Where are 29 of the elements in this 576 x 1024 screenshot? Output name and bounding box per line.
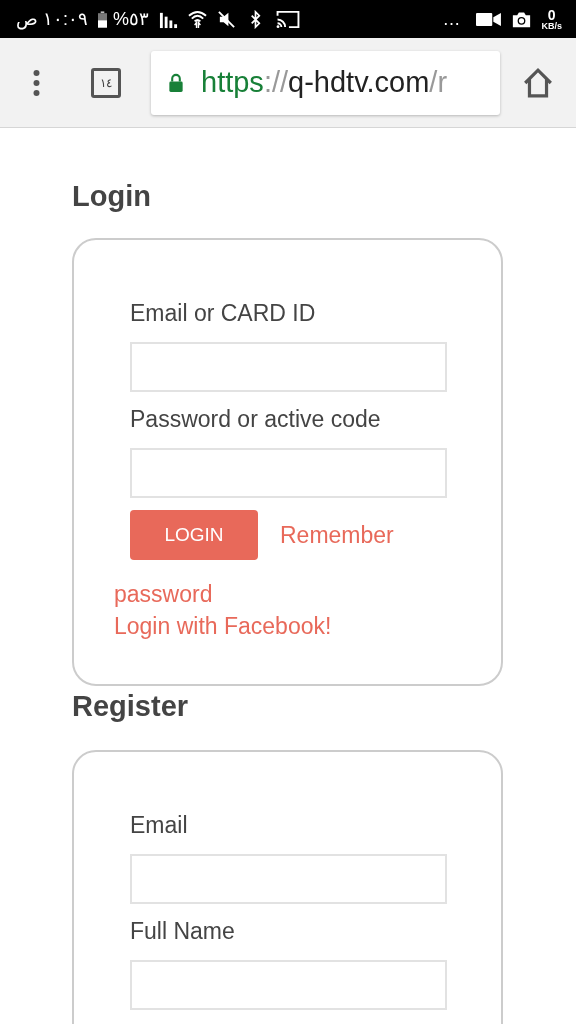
- remember-link[interactable]: password: [114, 578, 213, 610]
- clock-time: ١٠:٠٩ ص: [16, 8, 89, 30]
- tab-switcher-button[interactable]: ١٤: [91, 67, 121, 98]
- section-heading: Login: [72, 179, 152, 214]
- input-field[interactable]: [130, 448, 447, 498]
- mute-icon: [217, 9, 237, 29]
- wifi-icon: [188, 9, 208, 29]
- field-label: Email: [130, 811, 189, 840]
- login-button[interactable]: LOGIN: [130, 510, 258, 560]
- menu-icon[interactable]: [33, 69, 40, 96]
- input-field[interactable]: [130, 342, 447, 392]
- section-heading: Register: [72, 689, 190, 724]
- battery-percent: %٥٣: [113, 8, 150, 30]
- battery-icon: [98, 10, 108, 28]
- url-text: https://q-hdtv.com/r: [201, 66, 448, 99]
- facebook-login-link[interactable]: Login with Facebook!: [114, 610, 332, 642]
- more-notifications: …: [442, 8, 461, 30]
- input-field[interactable]: [130, 960, 447, 1010]
- remember-link[interactable]: Remember: [280, 519, 394, 551]
- home-icon[interactable]: [522, 66, 554, 99]
- field-label: Full Name: [130, 917, 236, 946]
- network-speed-value: 0: [547, 7, 556, 22]
- field-label: Email or CARD ID: [130, 299, 317, 328]
- field-label: Password or active code: [130, 405, 382, 434]
- cast-icon: [275, 9, 302, 29]
- network-speed-unit: KB/s: [541, 21, 562, 31]
- input-field[interactable]: [130, 854, 447, 904]
- address-bar[interactable]: https://q-hdtv.com/r: [151, 50, 500, 115]
- lock-icon: [168, 73, 184, 92]
